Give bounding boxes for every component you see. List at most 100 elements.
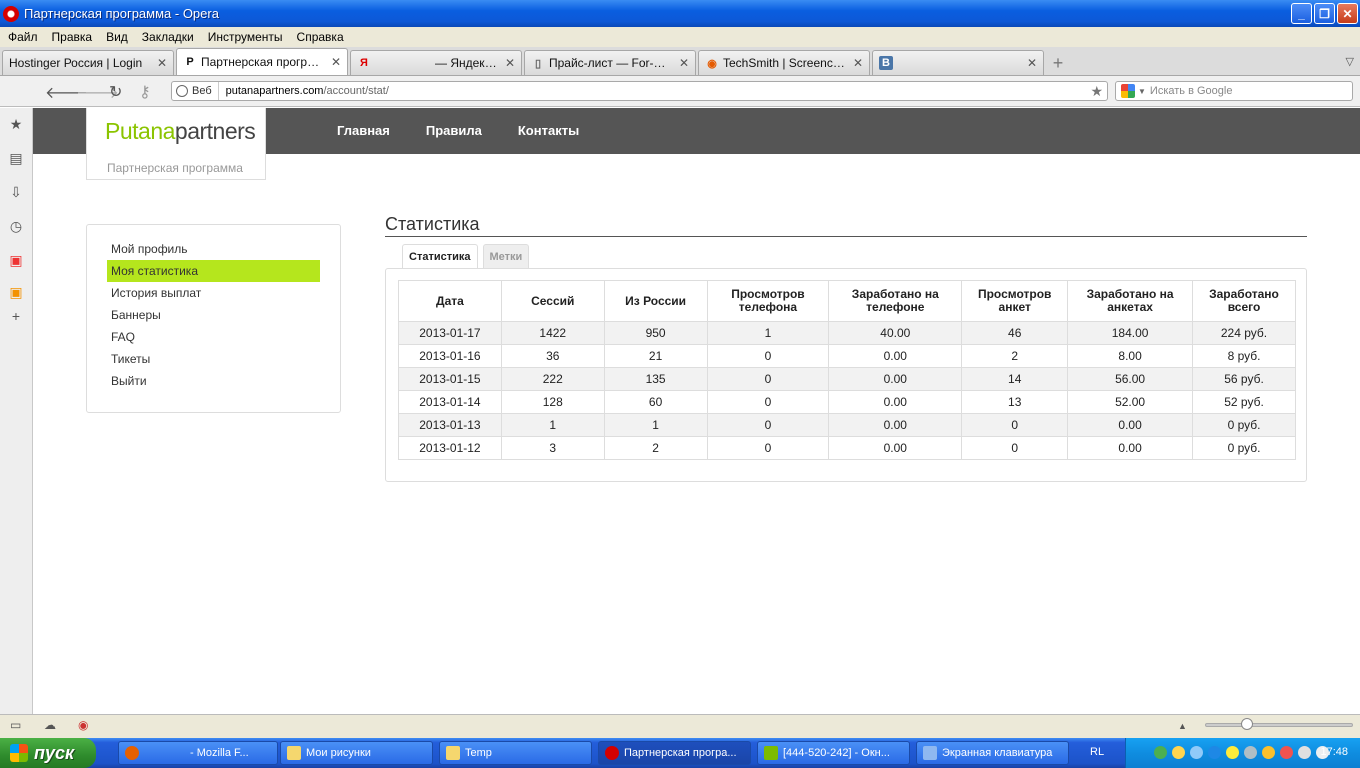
- security-icon[interactable]: [1226, 746, 1239, 759]
- site-logo[interactable]: Putanapartners Партнерская программа: [86, 108, 266, 180]
- language-indicator[interactable]: RL: [1090, 746, 1104, 758]
- tray-app-icon[interactable]: [1172, 746, 1185, 759]
- tab-list-chevron-icon[interactable]: ▽: [1346, 55, 1354, 68]
- tray-app-icon[interactable]: [1208, 746, 1221, 759]
- notes-icon[interactable]: ▤: [8, 150, 24, 166]
- keyboard-icon: [923, 746, 937, 760]
- taskbar-opera[interactable]: Партнерская програ...: [598, 741, 751, 765]
- menu-edit[interactable]: Правка: [52, 30, 93, 44]
- sidebar-item-statistics[interactable]: Моя статистика: [107, 260, 320, 282]
- table-cell: 2013-01-13: [398, 413, 502, 437]
- table-cell: 13: [961, 390, 1069, 414]
- menu-help[interactable]: Справка: [297, 30, 344, 44]
- tab-yandex[interactable]: Я — Яндекс: на... ✕: [350, 50, 522, 75]
- tab-vk[interactable]: B ✕: [872, 50, 1044, 75]
- close-icon[interactable]: ✕: [1337, 3, 1358, 24]
- table-cell: 40.00: [828, 321, 963, 345]
- taskbar-firefox[interactable]: - Mozilla F...: [118, 741, 278, 765]
- table-cell: 0: [706, 413, 830, 437]
- table-cell: 52.00: [1067, 390, 1194, 414]
- tab-labels[interactable]: Метки: [482, 244, 530, 268]
- history-clock-icon[interactable]: ◷: [8, 218, 24, 234]
- tray-app-icon[interactable]: [1298, 746, 1311, 759]
- close-tab-icon[interactable]: ✕: [679, 56, 689, 70]
- odnoklassniki-icon[interactable]: ▣: [8, 284, 24, 300]
- tab-hostinger[interactable]: Hostinger Россия | Login ✕: [2, 50, 174, 75]
- new-tab-icon[interactable]: +: [1046, 51, 1070, 75]
- minimize-icon[interactable]: _: [1291, 3, 1312, 24]
- tab-price-list[interactable]: ▯ Прайс-лист — For-Sleep... ✕: [524, 50, 696, 75]
- page-favicon-icon: P: [186, 56, 194, 68]
- column-header: Дата: [398, 280, 502, 322]
- sidebar-item-logout[interactable]: Выйти: [107, 370, 320, 392]
- close-tab-icon[interactable]: ✕: [505, 56, 515, 70]
- close-tab-icon[interactable]: ✕: [853, 56, 863, 70]
- table-cell: 128: [500, 390, 605, 414]
- stats-table: Дата Сессий Из России Просмотров телефон…: [398, 280, 1296, 460]
- close-tab-icon[interactable]: ✕: [157, 56, 167, 70]
- restore-icon[interactable]: ❐: [1314, 3, 1335, 24]
- menu-file[interactable]: Файл: [8, 30, 38, 44]
- zoom-slider-handle[interactable]: [1241, 718, 1253, 730]
- search-input[interactable]: ▼ Искать в Google: [1115, 81, 1353, 101]
- shield-icon[interactable]: [1154, 746, 1167, 759]
- sidebar-item-faq[interactable]: FAQ: [107, 326, 320, 348]
- bookmark-star-icon[interactable]: ★: [1090, 83, 1103, 100]
- sidebar-item-payout-history[interactable]: История выплат: [107, 282, 320, 304]
- system-tray: 17:48: [1125, 738, 1360, 768]
- url-text[interactable]: putanapartners.com/account/stat/: [226, 85, 389, 97]
- tray-app-icon[interactable]: [1262, 746, 1275, 759]
- turbo-icon[interactable]: ◉: [78, 718, 88, 732]
- opera-unite-cloud-icon[interactable]: ☁: [44, 718, 56, 732]
- start-button[interactable]: пуск: [0, 738, 96, 768]
- address-field[interactable]: Веб putanapartners.com/account/stat/ ★: [171, 81, 1108, 101]
- google-icon[interactable]: [1121, 84, 1135, 98]
- nav-home[interactable]: Главная: [337, 123, 390, 138]
- table-cell: 0.00: [828, 390, 963, 414]
- add-panel-icon[interactable]: +: [8, 308, 24, 324]
- key-icon[interactable]: ⚷: [139, 82, 151, 102]
- column-header: Просмотров телефона: [706, 280, 830, 322]
- taskbar-onscreen-keyboard[interactable]: Экранная клавиатура: [916, 741, 1069, 765]
- sidebar-item-banners[interactable]: Баннеры: [107, 304, 320, 326]
- app-red-icon[interactable]: ▣: [8, 252, 24, 268]
- menu-bookmarks[interactable]: Закладки: [142, 30, 194, 44]
- tab-statistics[interactable]: Статистика: [402, 244, 478, 268]
- table-cell: 2013-01-15: [398, 367, 502, 391]
- reload-icon[interactable]: ↻: [109, 82, 122, 102]
- tab-partner-program[interactable]: P Партнерская программа ✕: [176, 48, 348, 75]
- url-host: putanapartners.com: [225, 85, 324, 97]
- chevron-down-icon[interactable]: ▼: [1138, 87, 1146, 96]
- logo-subtitle: Партнерская программа: [107, 161, 243, 175]
- zoom-slider[interactable]: [1205, 723, 1353, 727]
- task-label: Temp: [465, 747, 492, 759]
- bookmarks-star-icon[interactable]: ★: [8, 116, 24, 132]
- web-badge[interactable]: Веб: [172, 82, 219, 100]
- network-icon[interactable]: [1190, 746, 1203, 759]
- tray-app-icon[interactable]: [1244, 746, 1257, 759]
- web-page: Главная Правила Контакты Putanapartners …: [33, 108, 1360, 714]
- tab-label: TechSmith | Screencast....: [723, 56, 847, 70]
- table-cell: 56 руб.: [1192, 367, 1296, 391]
- sidebar-item-profile[interactable]: Мой профиль: [107, 238, 320, 260]
- web-badge-label: Веб: [192, 85, 212, 97]
- taskbar-my-pictures[interactable]: Мои рисунки: [280, 741, 433, 765]
- taskbar-temp[interactable]: Temp: [439, 741, 592, 765]
- tray-app-icon[interactable]: [1280, 746, 1293, 759]
- menu-view[interactable]: Вид: [106, 30, 128, 44]
- menu-tools[interactable]: Инструменты: [208, 30, 283, 44]
- sidebar-item-tickets[interactable]: Тикеты: [107, 348, 320, 370]
- table-cell: 2: [961, 344, 1069, 368]
- tab-techsmith[interactable]: ◉ TechSmith | Screencast.... ✕: [698, 50, 870, 75]
- close-tab-icon[interactable]: ✕: [1027, 56, 1037, 70]
- zoom-up-icon[interactable]: ▲: [1178, 721, 1187, 731]
- tab-label: Hostinger Россия | Login: [9, 56, 143, 70]
- taskbar-remote-window[interactable]: [444-520-242] - Окн...: [757, 741, 910, 765]
- yandex-icon: Я: [360, 57, 368, 69]
- nav-contacts[interactable]: Контакты: [518, 123, 579, 138]
- panel-toggle-icon[interactable]: ▭: [10, 718, 21, 732]
- downloads-icon[interactable]: ⇩: [8, 184, 24, 200]
- nav-rules[interactable]: Правила: [426, 123, 482, 138]
- close-tab-icon[interactable]: ✕: [331, 55, 341, 69]
- status-bar: ▭ ☁ ◉ ▲: [0, 714, 1360, 738]
